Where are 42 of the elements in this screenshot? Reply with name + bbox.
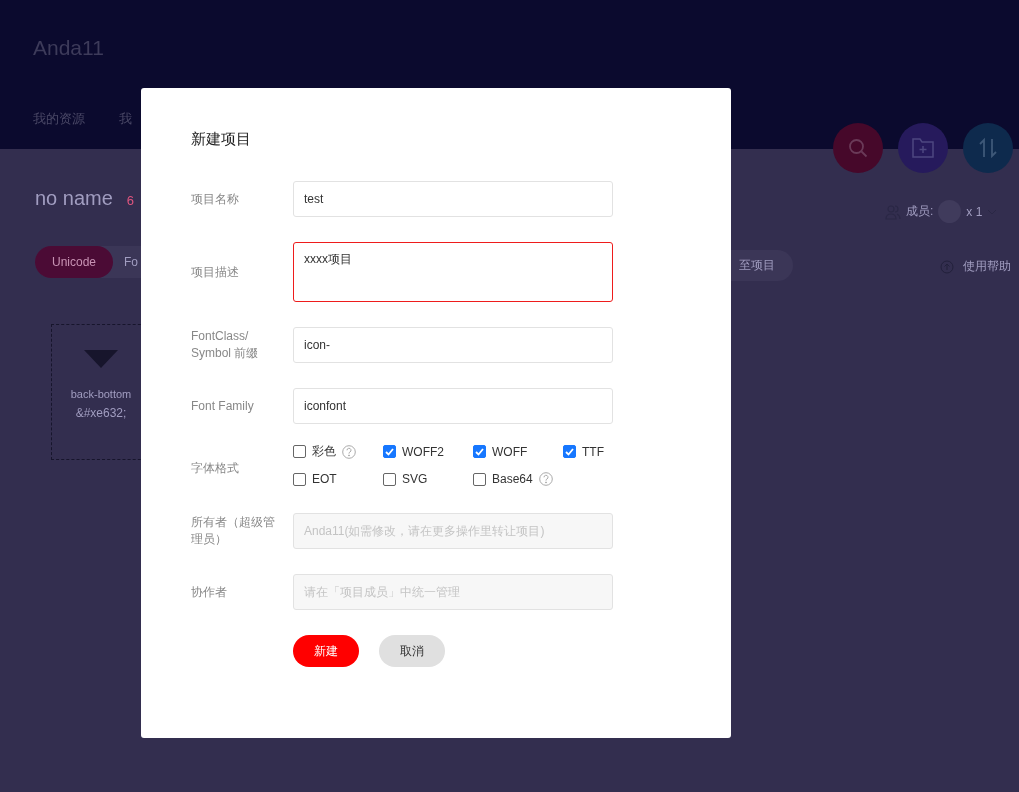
checkbox-label[interactable]: WOFF2 [402, 444, 444, 459]
checkbox-label[interactable]: 彩色 [312, 443, 336, 460]
checkbox-label[interactable]: Base64 [492, 472, 533, 486]
checkbox-label[interactable]: EOT [312, 472, 337, 486]
checkbox-label[interactable]: WOFF [492, 444, 528, 459]
field-label: 项目名称 [191, 190, 240, 208]
icon-name: back-bottom [70, 388, 132, 400]
members-label: 成员: [906, 203, 934, 220]
folder-plus-icon [911, 137, 935, 159]
tab[interactable]: Fo [113, 246, 139, 278]
search-icon [848, 138, 868, 158]
members-count: x 1 [966, 204, 983, 219]
sort-button[interactable] [963, 123, 1013, 173]
checkbox[interactable] [293, 472, 306, 486]
dialog-title: 新建项目 [191, 130, 251, 149]
input-field[interactable]: icon- [293, 327, 613, 363]
checkbox[interactable] [293, 445, 306, 458]
checkbox[interactable] [563, 445, 576, 458]
icon-count: 6 [126, 193, 135, 208]
cancel-button[interactable]: 取消 [379, 635, 445, 667]
checkbox[interactable] [383, 472, 396, 486]
description-field[interactable]: xxxx项目 [293, 242, 613, 302]
field-label: 字体格式 [191, 460, 240, 477]
field-label: 所有者（超级管理员） [191, 514, 276, 548]
field-label: FontClass/ Symbol 前缀 [191, 328, 260, 362]
up-down-arrows-icon [977, 137, 999, 159]
field-label: 协作者 [191, 583, 228, 601]
checkbox[interactable] [473, 445, 486, 458]
field-label: 项目描述 [191, 263, 240, 281]
icon-code: &#xe632; [75, 406, 127, 420]
project-title: no name [35, 187, 113, 210]
checkbox[interactable] [473, 472, 486, 486]
create-button[interactable]: 新建 [293, 635, 359, 667]
triangle-down-icon [84, 350, 118, 368]
input-field[interactable]: iconfont [293, 388, 613, 424]
help-link[interactable]: 使用帮助 [963, 258, 1011, 275]
checkbox-label[interactable]: TTF [582, 444, 604, 459]
checkbox[interactable] [383, 445, 396, 458]
input-field[interactable]: test [293, 181, 613, 217]
field-label: Font Family [191, 397, 255, 415]
checkbox-label[interactable]: SVG [402, 472, 428, 486]
tab[interactable]: Unicode [35, 246, 114, 278]
